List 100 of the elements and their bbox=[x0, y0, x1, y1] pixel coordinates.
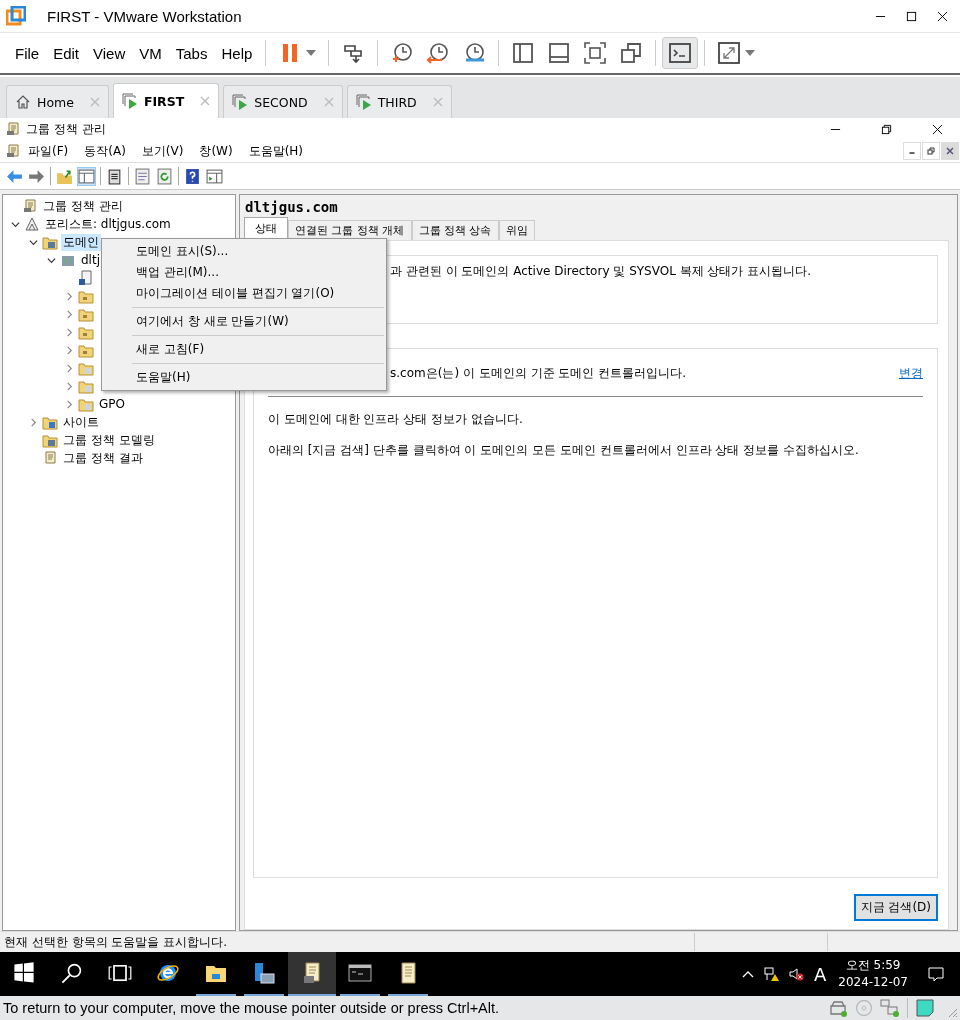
menu-item[interactable]: 도움말(H) bbox=[102, 367, 386, 388]
tab[interactable]: 연결된 그룹 정책 개체 bbox=[288, 220, 412, 240]
tree-item[interactable]: 포리스트: dltjgus.com bbox=[43, 215, 173, 233]
console-tree-icon[interactable] bbox=[78, 167, 95, 185]
menu-item[interactable]: View bbox=[86, 44, 133, 62]
vm-tab[interactable]: FIRST bbox=[112, 83, 220, 118]
info-text: 이 도메인에 대한 인프라 상태 정보가 없습니다. bbox=[268, 411, 524, 428]
notification-icon[interactable] bbox=[928, 966, 944, 982]
folder-icon bbox=[78, 342, 94, 358]
clock-icon[interactable] bbox=[390, 41, 415, 65]
bottom-panel-icon[interactable] bbox=[547, 41, 572, 65]
close-icon bbox=[937, 10, 948, 22]
scroll-icon bbox=[5, 121, 21, 137]
domain-heading: dltjgus.com bbox=[244, 198, 339, 217]
menu-item[interactable]: 파일(F) bbox=[21, 142, 78, 160]
action-pane-icon[interactable] bbox=[206, 167, 223, 185]
status-text: 현재 선택한 항목의 도움말을 표시합니다. bbox=[3, 933, 229, 951]
clipboard-icon[interactable] bbox=[106, 167, 123, 185]
caret-icon[interactable] bbox=[745, 50, 756, 56]
tab[interactable]: 그룹 정책 상속 bbox=[411, 220, 499, 240]
tree-item[interactable]: 그룹 정책 모델링 bbox=[61, 431, 157, 449]
sidebar-layout-icon[interactable] bbox=[511, 41, 536, 65]
menu-item[interactable]: 동작(A) bbox=[77, 142, 135, 160]
menu-item[interactable]: 도메인 표시(S)... bbox=[102, 241, 386, 262]
menu-item[interactable]: Help bbox=[214, 44, 260, 62]
folder-icon bbox=[78, 378, 94, 394]
menu-item[interactable]: Edit bbox=[46, 44, 87, 62]
close-icon bbox=[931, 123, 943, 135]
clock-time[interactable]: 오전 5:59 bbox=[845, 957, 901, 974]
clock-date[interactable]: 2024-12-07 bbox=[838, 974, 908, 991]
network-warning-icon[interactable] bbox=[763, 966, 780, 982]
app-logo-icon bbox=[6, 6, 26, 26]
minimize-icon bbox=[909, 152, 915, 154]
document-icon bbox=[78, 270, 94, 286]
folder-icon bbox=[42, 234, 58, 250]
tree-item[interactable]: 사이트 bbox=[61, 413, 101, 431]
tree-item[interactable]: 그룹 정책 결과 bbox=[61, 449, 145, 467]
maximize-icon bbox=[906, 10, 917, 22]
terminal-icon[interactable] bbox=[668, 41, 693, 65]
overlapping-windows-icon[interactable] bbox=[619, 41, 644, 65]
description-text: 과 관련된 이 도메인의 Active Directory 및 SYSVOL 복제 상태가 표시됩니다. bbox=[389, 264, 812, 278]
folder-icon bbox=[78, 396, 94, 412]
vm-play-icon bbox=[355, 94, 372, 110]
note-icon[interactable] bbox=[915, 998, 935, 1018]
tree-item[interactable]: dltj bbox=[79, 253, 102, 267]
status-text: To return to your computer, move the mouse pointer outside or press Ctrl+Alt. bbox=[3, 1000, 500, 1016]
scroll-icon bbox=[42, 450, 58, 466]
windows-logo-icon[interactable] bbox=[12, 961, 36, 985]
menu-item[interactable]: 새로 고침(F) bbox=[102, 339, 386, 360]
minimize-button[interactable] bbox=[903, 142, 921, 160]
help-icon[interactable] bbox=[184, 167, 201, 185]
tab[interactable]: 위임 bbox=[498, 220, 535, 240]
taskbar-button[interactable] bbox=[288, 952, 336, 996]
window-title: FIRST - VMware Workstation bbox=[47, 7, 242, 25]
folder-icon bbox=[78, 288, 94, 304]
toolbar-button[interactable] bbox=[662, 37, 699, 69]
info-text: 아래의 [지금 검색] 단추를 클릭하여 이 도메인의 모든 도메인 컨트롤러에서 인프라 상태 정보를 수집하십시오. bbox=[268, 442, 860, 459]
search-icon[interactable] bbox=[60, 961, 84, 985]
fullscreen-icon[interactable] bbox=[583, 41, 608, 65]
tab[interactable]: 상태 bbox=[244, 217, 288, 240]
speaker-muted-icon[interactable] bbox=[787, 966, 804, 982]
window-title: 그룹 정책 관리 bbox=[26, 120, 106, 138]
input-method-indicator[interactable]: A bbox=[813, 963, 827, 985]
resize-grip-icon[interactable] bbox=[946, 1006, 958, 1018]
properties-icon[interactable] bbox=[134, 167, 151, 185]
expand-icon[interactable] bbox=[717, 41, 742, 65]
change-link[interactable]: 변경 bbox=[899, 365, 923, 382]
folder-icon bbox=[78, 360, 94, 376]
restore-button[interactable] bbox=[922, 142, 940, 160]
tree-item[interactable]: 도메인 bbox=[61, 233, 101, 251]
menu-item[interactable]: VM bbox=[132, 44, 169, 62]
folder-icon bbox=[78, 324, 94, 340]
menu-item[interactable]: 도움말(H) bbox=[241, 142, 313, 160]
folder-icon bbox=[42, 414, 58, 430]
tree-item[interactable]: GPO bbox=[97, 397, 127, 411]
menu-item[interactable]: 백업 관리(M)... bbox=[102, 262, 386, 283]
triangle-icon bbox=[24, 216, 40, 232]
menu-item[interactable]: 마이그레이션 테이블 편집기 열기(O) bbox=[102, 283, 386, 304]
menu-item[interactable]: 창(W) bbox=[192, 142, 242, 160]
menu-item[interactable]: 여기에서 창 새로 만들기(W) bbox=[102, 311, 386, 332]
tree-item[interactable]: 그룹 정책 관리 bbox=[41, 197, 125, 215]
vm-tab[interactable]: Home bbox=[6, 85, 109, 118]
hard-disk-icon[interactable] bbox=[828, 998, 848, 1018]
server-toolbox-icon[interactable] bbox=[252, 961, 276, 985]
terminal-icon[interactable] bbox=[348, 961, 372, 985]
restore-icon bbox=[880, 123, 892, 135]
clock-icon[interactable] bbox=[426, 41, 451, 65]
vm-tab[interactable]: THIRD bbox=[346, 85, 452, 118]
menu-item[interactable]: File bbox=[8, 44, 47, 62]
menu-item[interactable]: Tabs bbox=[168, 44, 215, 62]
vm-play-icon bbox=[232, 94, 249, 110]
scan-now-button[interactable]: 지금 검색(D) bbox=[853, 894, 938, 921]
refresh-icon[interactable] bbox=[156, 167, 173, 185]
vm-tab[interactable]: SECOND bbox=[223, 85, 343, 118]
scroll-icon bbox=[22, 198, 38, 214]
folder-icon bbox=[42, 432, 58, 448]
caret-icon[interactable] bbox=[306, 50, 317, 56]
menu-item[interactable]: 보기(V) bbox=[134, 142, 193, 160]
home-icon bbox=[15, 94, 31, 110]
folder-up-icon[interactable] bbox=[56, 167, 73, 185]
